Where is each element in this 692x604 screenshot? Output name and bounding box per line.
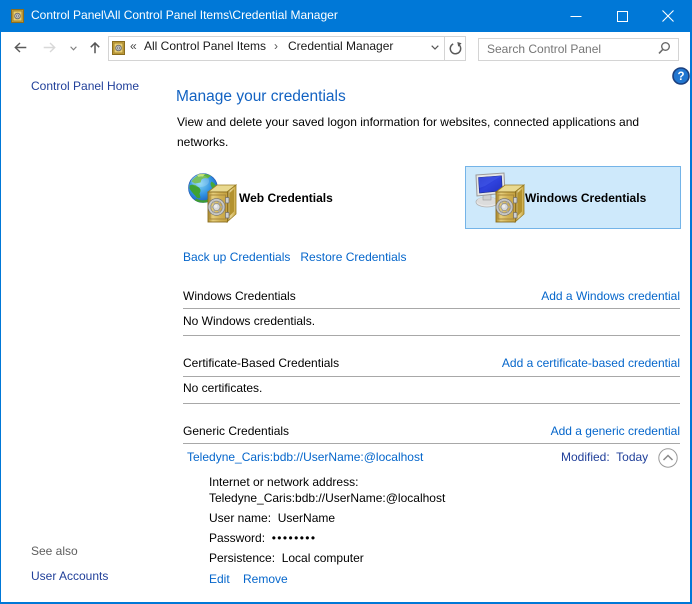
svg-text:?: ? bbox=[677, 71, 684, 83]
